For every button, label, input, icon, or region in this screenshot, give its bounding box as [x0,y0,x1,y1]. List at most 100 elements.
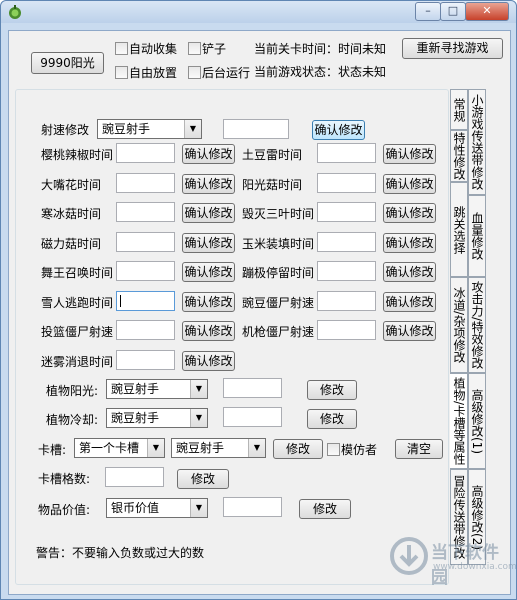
slot-count-label: 卡槽格数: [38,472,91,486]
speed-plant-value: 豌豆射手 [102,122,151,136]
timer-label: 蹦极停留时间 [242,266,315,280]
timer-label: 雪人逃跑时间 [41,296,114,310]
refind-game-button[interactable]: 重新寻找游戏 [402,38,503,59]
timer-label: 投篮僵尸射速 [41,325,114,339]
timer-input-focused[interactable] [116,291,175,311]
timer-confirm-button[interactable]: 确认修改 [383,203,436,223]
timer-input[interactable] [317,320,376,340]
timer-input[interactable] [116,350,175,370]
timer-input[interactable] [317,143,376,163]
tab-advanced-1[interactable]: 高级修改(1) [468,373,486,469]
slot-count-input[interactable] [105,467,164,487]
card-slot-select[interactable]: 第一个卡槽 ▼ [74,438,165,458]
card-slot-modify-button[interactable]: 修改 [273,439,323,459]
timer-confirm-button[interactable]: 确认修改 [383,233,436,253]
free-place-label: 自由放置 [129,66,178,80]
watermark-logo: 当下软件园 www.downxia.com [389,532,517,588]
timer-input[interactable] [317,291,376,311]
shovel-label: 铲子 [202,42,227,56]
plant-sun-label: 植物阳光: [46,384,99,398]
timer-input[interactable] [317,202,376,222]
timer-label: 机枪僵尸射速 [242,325,315,339]
plant-sun-select[interactable]: 豌豆射手 ▼ [106,379,208,399]
shovel-checkbox[interactable] [188,42,201,55]
minimize-icon: – [425,4,431,17]
timer-confirm-button[interactable]: 确认修改 [182,262,235,282]
app-icon [9,5,21,19]
imitator-label: 模仿者 [341,443,378,457]
maximize-button[interactable]: □ [440,2,466,21]
timer-input[interactable] [116,320,175,340]
tab-minigame[interactable]: 小游戏传送带修改 [468,89,486,195]
item-value-label: 物品价值: [38,503,91,517]
plant-cd-select[interactable]: 豌豆射手 ▼ [106,408,208,428]
timer-confirm-button[interactable]: 确认修改 [182,292,235,312]
warning-text: 警告：不要输入负数或过大的数 [36,546,205,560]
timer-confirm-button[interactable]: 确认修改 [182,321,235,341]
item-value-select[interactable]: 银币价值 ▼ [106,498,208,518]
card-plant-value: 豌豆射手 [176,441,225,455]
timer-confirm-button[interactable]: 确认修改 [182,233,235,253]
chevron-down-icon: ▼ [184,120,201,138]
timer-confirm-button[interactable]: 确认修改 [383,174,436,194]
plant-cd-value: 豌豆射手 [111,411,160,425]
timer-label: 舞王召唤时间 [41,266,114,280]
sun-button[interactable]: 9990阳光 [31,52,104,74]
card-slot-value: 第一个卡槽 [79,441,140,455]
timer-input[interactable] [116,173,175,193]
plant-sun-input[interactable] [223,378,282,398]
timer-input[interactable] [317,261,376,281]
timer-confirm-button[interactable]: 确认修改 [182,144,235,164]
timer-confirm-button[interactable]: 确认修改 [383,292,436,312]
timer-label: 阳光菇时间 [242,178,303,192]
chevron-down-icon: ▼ [190,409,207,427]
timer-confirm-button[interactable]: 确认修改 [182,351,235,371]
timer-label: 玉米装填时间 [242,237,315,251]
timer-confirm-button[interactable]: 确认修改 [383,321,436,341]
tab-hp[interactable]: 血量修改 [468,195,486,277]
tab-special[interactable]: 特性修改 [450,130,468,182]
auto-collect-checkbox[interactable] [115,42,128,55]
timer-input[interactable] [317,173,376,193]
minimize-button[interactable]: – [415,2,441,21]
item-value-input[interactable] [223,497,282,517]
card-slot-label: 卡槽: [38,443,67,457]
plant-sun-modify-button[interactable]: 修改 [307,380,357,400]
timer-input[interactable] [317,232,376,252]
chevron-down-icon: ▼ [190,499,207,517]
background-run-checkbox[interactable] [188,66,201,79]
speed-value-input[interactable] [223,119,289,139]
slot-count-modify-button[interactable]: 修改 [177,469,229,489]
timer-confirm-button[interactable]: 确认修改 [182,203,235,223]
background-run-label: 后台运行 [202,66,251,80]
timer-label: 毁灭三叶时间 [242,207,315,221]
tab-jump[interactable]: 跳关选择 [450,182,468,277]
maximize-icon: □ [447,4,459,17]
auto-collect-label: 自动收集 [129,42,178,56]
free-place-checkbox[interactable] [115,66,128,79]
tab-plant-card[interactable]: 植物/卡槽等属性 [450,373,468,469]
item-value-modify-button[interactable]: 修改 [299,499,351,519]
timer-input[interactable] [116,261,175,281]
tab-regular[interactable]: 常规 [450,89,468,130]
speed-confirm-button[interactable]: 确认修改 [312,120,365,140]
plant-cd-input[interactable] [223,407,282,427]
client-area: 9990阳光 自动收集 自由放置 铲子 后台运行 当前关卡时间：时间未知 当前游… [8,30,511,595]
chevron-down-icon: ▼ [147,439,164,457]
timer-input[interactable] [116,232,175,252]
timer-input[interactable] [116,202,175,222]
timer-confirm-button[interactable]: 确认修改 [383,262,436,282]
tab-attack[interactable]: 攻击力/特效修改 [468,277,486,373]
imitator-checkbox[interactable] [327,443,340,456]
speed-plant-select[interactable]: 豌豆射手 ▼ [97,119,202,139]
card-plant-select[interactable]: 豌豆射手 ▼ [171,438,266,458]
plant-cd-modify-button[interactable]: 修改 [307,409,357,429]
clear-button[interactable]: 清空 [395,439,443,459]
timer-input[interactable] [116,143,175,163]
item-value-type: 银币价值 [111,501,160,515]
timer-confirm-button[interactable]: 确认修改 [182,174,235,194]
timer-confirm-button[interactable]: 确认修改 [383,144,436,164]
close-button[interactable]: ✕ [465,2,509,21]
tab-cannon[interactable]: 冰道/杂项修改 [450,277,468,373]
title-bar[interactable]: – □ ✕ [1,1,516,23]
